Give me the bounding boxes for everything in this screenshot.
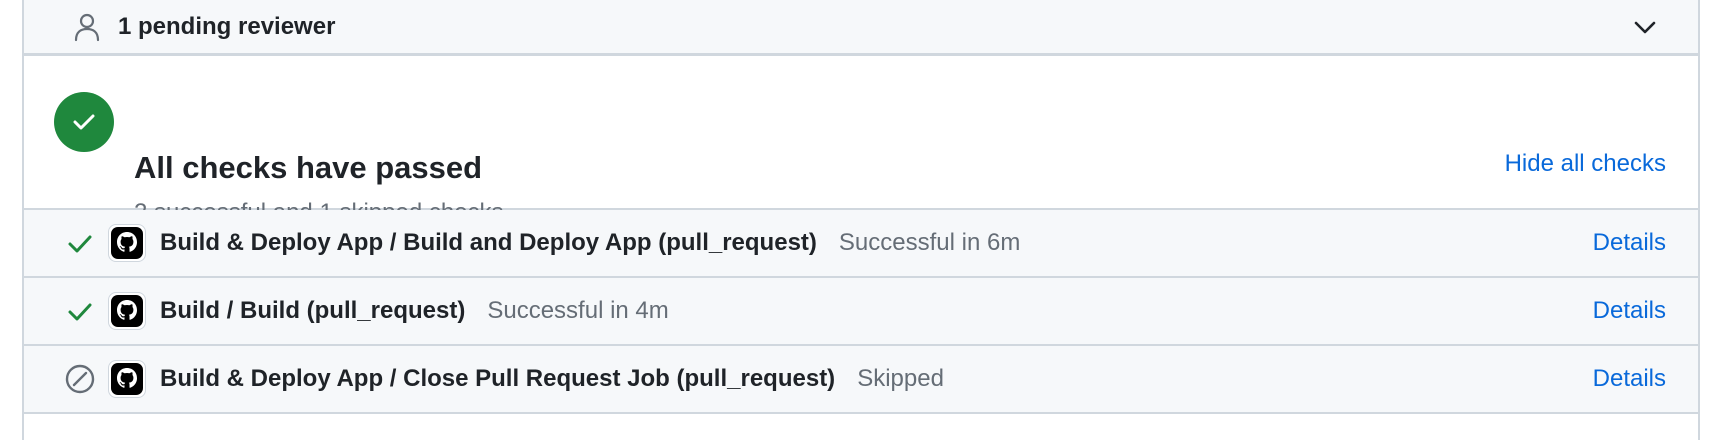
details-link[interactable]: Details <box>1593 365 1666 393</box>
check-row: Build / Build (pull_request) Successful … <box>24 278 1698 346</box>
check-icon <box>64 295 96 327</box>
pending-reviewer-bar[interactable]: 1 pending reviewer <box>24 0 1698 56</box>
details-link[interactable]: Details <box>1593 297 1666 325</box>
github-logo-icon <box>108 360 146 398</box>
check-status: Successful in 4m <box>487 297 669 324</box>
pending-reviewer-label: 1 pending reviewer <box>118 12 336 40</box>
details-link[interactable]: Details <box>1593 229 1666 257</box>
check-name: Build & Deploy App / Build and Deploy Ap… <box>160 229 817 256</box>
skip-icon <box>64 363 96 395</box>
check-icon <box>64 227 96 259</box>
person-icon <box>72 12 102 42</box>
check-name: Build / Build (pull_request) <box>160 297 466 324</box>
check-status: Successful in 6m <box>838 229 1021 256</box>
chevron-down-icon[interactable] <box>1632 14 1658 40</box>
summary-title: All checks have passed <box>134 150 483 185</box>
github-logo-icon <box>108 292 146 330</box>
check-row: Build & Deploy App / Build and Deploy Ap… <box>24 210 1698 278</box>
check-name: Build & Deploy App / Close Pull Request … <box>160 365 836 392</box>
checks-panel: 1 pending reviewer All checks have passe… <box>22 0 1700 440</box>
hide-all-checks-link[interactable]: Hide all checks <box>1505 152 1666 176</box>
check-circle-icon <box>54 92 114 152</box>
checks-summary: All checks have passed 2 successful and … <box>24 56 1698 225</box>
check-status: Skipped <box>857 365 944 392</box>
check-row: Build & Deploy App / Close Pull Request … <box>24 346 1698 414</box>
github-logo-icon <box>108 224 146 262</box>
